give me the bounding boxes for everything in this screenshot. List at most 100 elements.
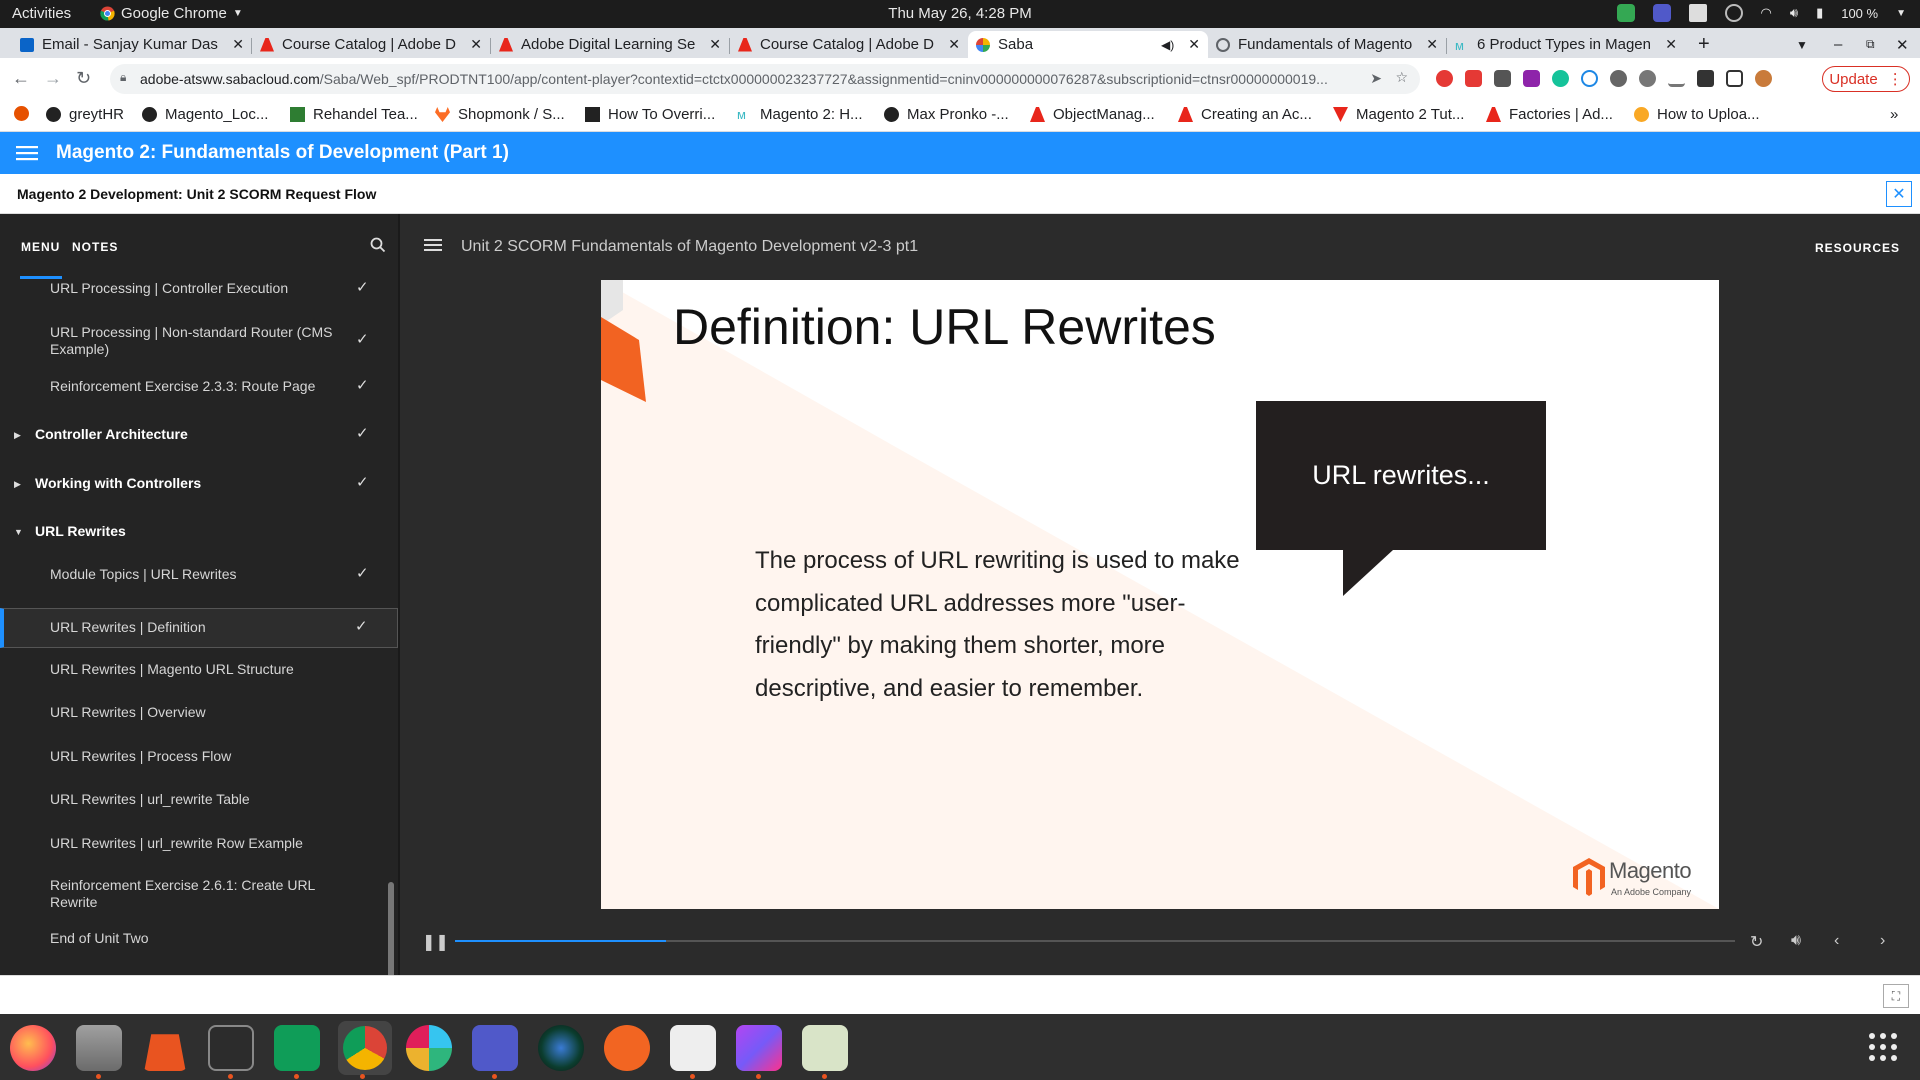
hamburger-icon[interactable] xyxy=(16,144,38,162)
bookmark[interactable] xyxy=(14,106,37,121)
menu-item[interactable]: End of Unit Two xyxy=(0,920,398,960)
hamburger-icon[interactable] xyxy=(424,238,442,252)
tab-course-catalog[interactable]: Course Catalog | Adobe D ✕ xyxy=(252,31,490,58)
extension-icon[interactable] xyxy=(1436,70,1453,87)
extension-icon[interactable] xyxy=(1523,70,1540,87)
tab-saba[interactable]: Saba ◀) ✕ xyxy=(968,31,1208,58)
menu-item[interactable]: Reinforcement Exercise 2.6.1: Create URL… xyxy=(0,867,398,913)
close-icon[interactable]: ✕ xyxy=(470,36,482,53)
extension-icon[interactable] xyxy=(1610,70,1627,87)
tab-search-icon[interactable]: ▼ xyxy=(1788,31,1814,58)
menu-item[interactable]: URL Rewrites | Overview xyxy=(0,694,398,734)
teams-icon[interactable] xyxy=(1652,4,1671,22)
bookmark-max-pronko[interactable]: Max Pronko -... xyxy=(884,106,1009,123)
speaker-icon[interactable]: ◀) xyxy=(1161,38,1174,52)
fullscreen-icon[interactable]: ⛶ xyxy=(1883,984,1909,1008)
battery-icon[interactable]: ▮ xyxy=(1816,5,1823,21)
close-window-icon[interactable]: ✕ xyxy=(1888,31,1914,58)
tab-course-catalog-2[interactable]: Course Catalog | Adobe D ✕ xyxy=(730,31,968,58)
puzzle-icon[interactable] xyxy=(1697,70,1714,87)
tab-product-types[interactable]: ᴍ 6 Product Types in Magen ✕ xyxy=(1447,31,1685,58)
wifi-icon[interactable]: ◠ xyxy=(1761,5,1772,21)
menu-item[interactable]: URL Rewrites | url_rewrite Table xyxy=(0,781,398,821)
text-editor-icon[interactable] xyxy=(670,1025,716,1071)
pause-icon[interactable]: ❚❚ xyxy=(422,932,449,952)
forward-icon[interactable]: → xyxy=(44,68,62,89)
bookmark-magento2-h[interactable]: ᴍ Magento 2: H... xyxy=(737,106,863,123)
volume-icon[interactable]: 🔊︎ xyxy=(1791,932,1801,950)
bookmark-how-to-upload[interactable]: How to Uploa... xyxy=(1634,106,1760,123)
menu-item[interactable]: URL Rewrites | url_rewrite Row Example xyxy=(0,825,398,865)
replay-icon[interactable]: ↻ xyxy=(1750,932,1763,952)
maximize-icon[interactable]: ⧉ xyxy=(1858,31,1884,58)
bookmark-shopmonk[interactable]: Shopmonk / S... xyxy=(435,106,565,123)
close-icon[interactable]: ✕ xyxy=(1426,36,1438,53)
more-bookmarks-icon[interactable]: » xyxy=(1890,106,1898,123)
bookmark-magento2-tut[interactable]: Magento 2 Tut... xyxy=(1333,106,1464,123)
close-icon[interactable]: ✕ xyxy=(1665,36,1677,53)
bookmark-magento-loc[interactable]: Magento_Loc... xyxy=(142,106,268,123)
pen-icon[interactable] xyxy=(604,1025,650,1071)
chat-icon[interactable] xyxy=(1616,4,1635,22)
menu-item[interactable]: URL Processing | Non-standard Router (CM… xyxy=(0,318,398,364)
menu-item[interactable]: Module Topics | URL Rewrites ✓ xyxy=(0,556,398,596)
star-icon[interactable]: ☆ xyxy=(1395,69,1408,86)
tab-notes[interactable]: NOTES xyxy=(72,240,118,254)
update-button[interactable]: Update ⋮ xyxy=(1822,66,1910,92)
app-menu[interactable]: Google Chrome ▼ xyxy=(100,5,243,22)
bookmark-how-to-override[interactable]: How To Overri... xyxy=(585,106,715,123)
minimize-icon[interactable]: – xyxy=(1826,31,1852,58)
bookmark-factories[interactable]: Factories | Ad... xyxy=(1486,106,1613,123)
teams-icon[interactable] xyxy=(472,1025,518,1071)
terminal-icon[interactable] xyxy=(208,1025,254,1071)
menu-item[interactable]: URL Processing | Controller Execution ✓ xyxy=(0,280,398,308)
bookmark-rehandel[interactable]: Rehandel Tea... xyxy=(290,106,418,123)
bookmark-greythr[interactable]: greytHR xyxy=(46,106,124,123)
software-icon[interactable] xyxy=(144,1034,186,1071)
indicator-icon[interactable] xyxy=(1724,4,1743,22)
close-icon[interactable]: ✕ xyxy=(1886,181,1912,207)
tab-fundamentals[interactable]: Fundamentals of Magento ✕ xyxy=(1208,31,1446,58)
new-tab-button[interactable]: + xyxy=(1690,31,1718,58)
firefox-icon[interactable] xyxy=(10,1025,56,1071)
menu-item[interactable]: URL Rewrites | Process Flow xyxy=(0,738,398,778)
search-icon[interactable] xyxy=(370,237,386,253)
section-controller-architecture[interactable]: ▶ Controller Architecture ✓ xyxy=(0,416,398,456)
tab-menu[interactable]: MENU xyxy=(21,240,60,254)
close-icon[interactable]: ✕ xyxy=(1188,36,1200,53)
menu-item[interactable]: URL Rewrites | Magento URL Structure xyxy=(0,651,398,691)
volume-icon[interactable]: 🔊︎ xyxy=(1790,5,1798,21)
link-icon[interactable] xyxy=(1668,70,1685,87)
chat-icon[interactable] xyxy=(274,1025,320,1071)
show-applications-icon[interactable] xyxy=(1869,1033,1897,1061)
sidepanel-icon[interactable] xyxy=(1726,70,1743,87)
tab-email[interactable]: Email - Sanjay Kumar Das ✕ xyxy=(12,31,252,58)
next-icon[interactable]: › xyxy=(1880,932,1885,950)
files-icon[interactable] xyxy=(76,1025,122,1071)
menu-item-active[interactable]: URL Rewrites | Definition ✓ xyxy=(0,608,398,648)
reload-icon[interactable]: ↻ xyxy=(76,68,91,89)
slack-icon[interactable] xyxy=(1688,4,1707,22)
bookmark-creating-account[interactable]: Creating an Ac... xyxy=(1178,106,1312,123)
chevron-down-icon[interactable]: ▼ xyxy=(1896,8,1906,19)
resources-button[interactable]: RESOURCES xyxy=(1815,241,1900,255)
extension-icon[interactable] xyxy=(1581,70,1598,87)
lock-icon[interactable]: 🔒︎ xyxy=(120,70,126,85)
activities-button[interactable]: Activities xyxy=(12,5,71,22)
close-icon[interactable]: ✕ xyxy=(232,36,244,53)
section-url-rewrites[interactable]: ▼ URL Rewrites xyxy=(0,513,398,553)
section-working-with-controllers[interactable]: ▶ Working with Controllers ✓ xyxy=(0,465,398,505)
document-viewer-icon[interactable] xyxy=(802,1025,848,1071)
close-icon[interactable]: ✕ xyxy=(709,36,721,53)
grammarly-icon[interactable] xyxy=(1552,70,1569,87)
phpstorm-icon[interactable] xyxy=(736,1025,782,1071)
avatar[interactable] xyxy=(1755,70,1772,87)
bookmark-objectmanager[interactable]: ObjectManag... xyxy=(1030,106,1155,123)
gear-icon[interactable] xyxy=(1639,70,1656,87)
camera-icon[interactable] xyxy=(538,1025,584,1071)
progress-track[interactable] xyxy=(455,940,1735,942)
slack-icon[interactable] xyxy=(406,1025,452,1071)
menu-item[interactable]: Reinforcement Exercise 2.3.3: Route Page… xyxy=(0,368,398,408)
adblock-icon[interactable] xyxy=(1465,70,1482,87)
sidebar-scrollbar[interactable] xyxy=(388,882,394,975)
